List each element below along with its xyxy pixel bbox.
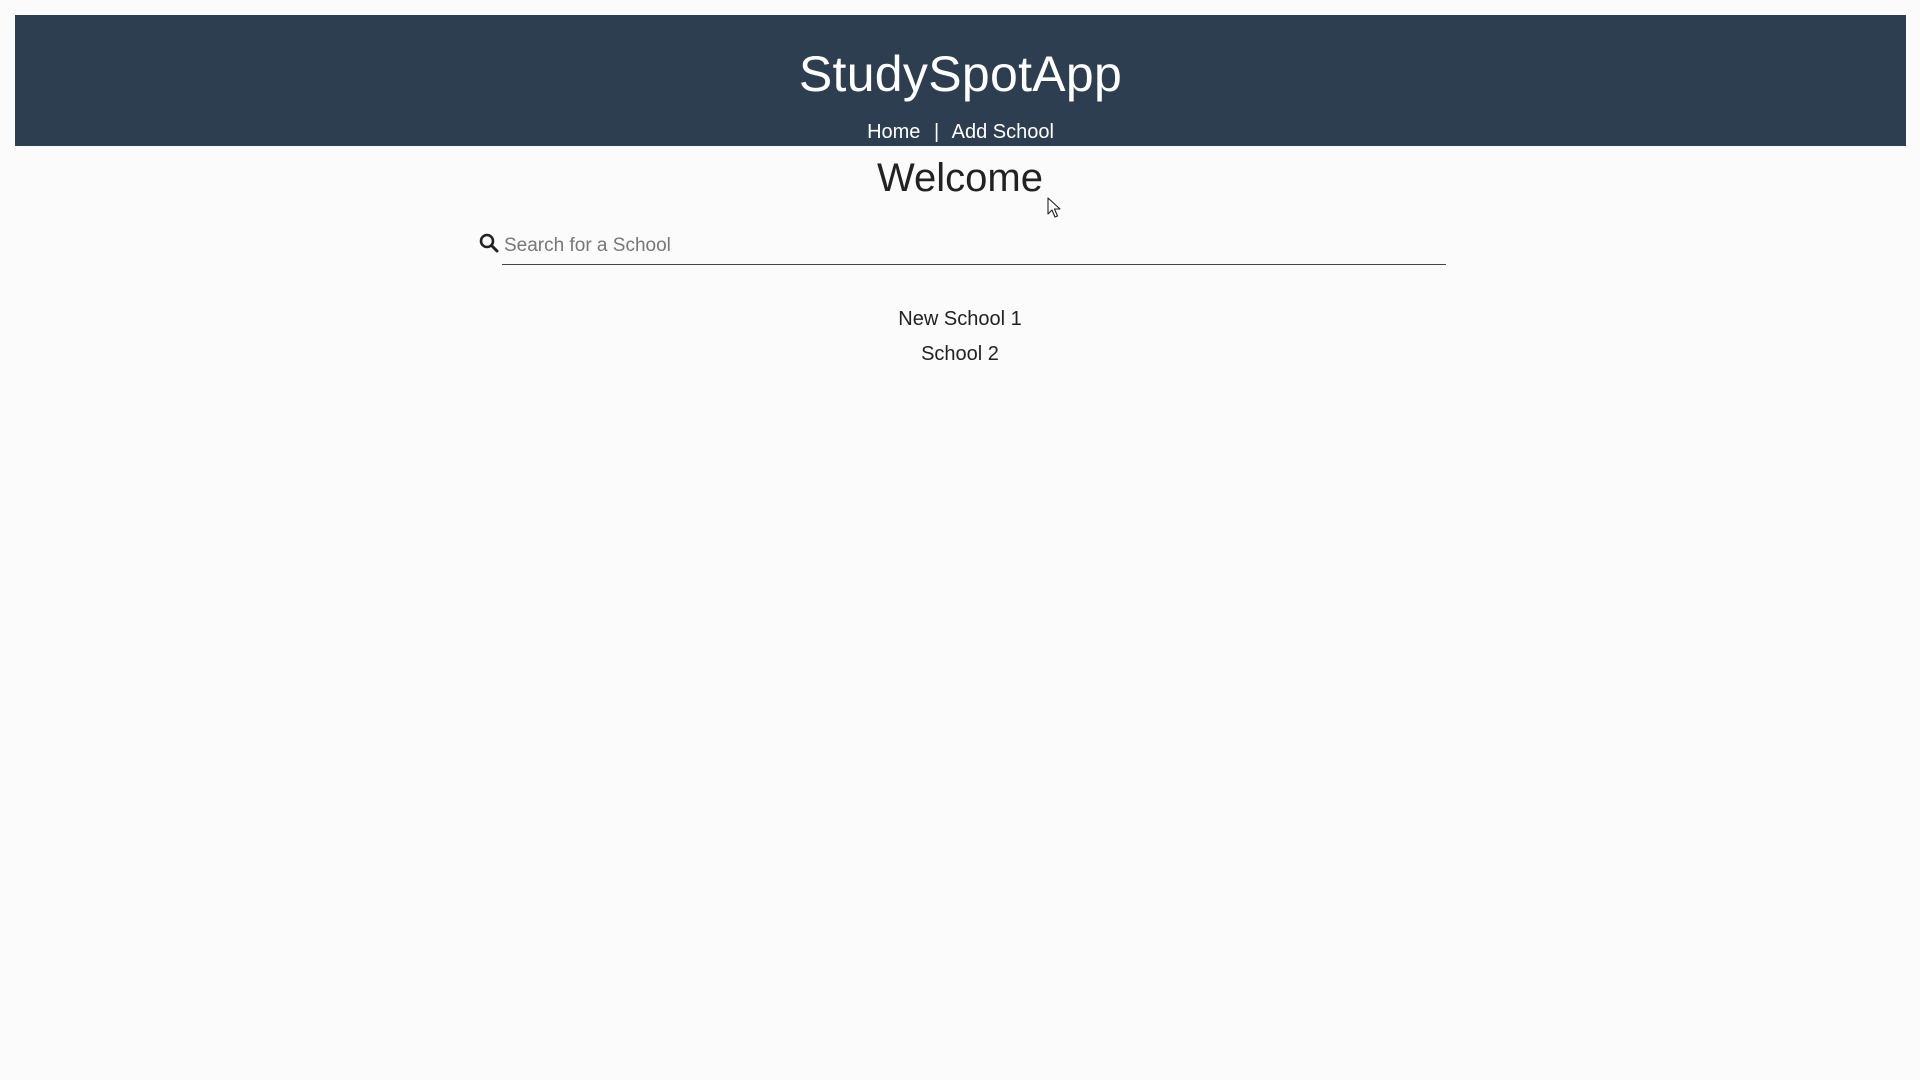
app-header: StudySpotApp Home | Add School [15, 15, 1906, 146]
search-bar [478, 228, 1446, 266]
nav-add-school-link[interactable]: Add School [952, 121, 1054, 143]
school-list-item[interactable]: New School 1 [0, 302, 1920, 337]
nav-separator: | [933, 121, 940, 143]
school-list: New School 1 School 2 [0, 302, 1920, 372]
nav-home-link[interactable]: Home [867, 121, 920, 143]
school-list-item[interactable]: School 2 [0, 337, 1920, 372]
mouse-pointer-icon [1047, 197, 1061, 219]
search-icon [478, 232, 500, 254]
search-input[interactable] [502, 228, 1446, 265]
main-nav: Home | Add School [15, 119, 1906, 145]
app-title: StudySpotApp [798, 46, 1123, 102]
page-heading: Welcome [877, 156, 1043, 200]
